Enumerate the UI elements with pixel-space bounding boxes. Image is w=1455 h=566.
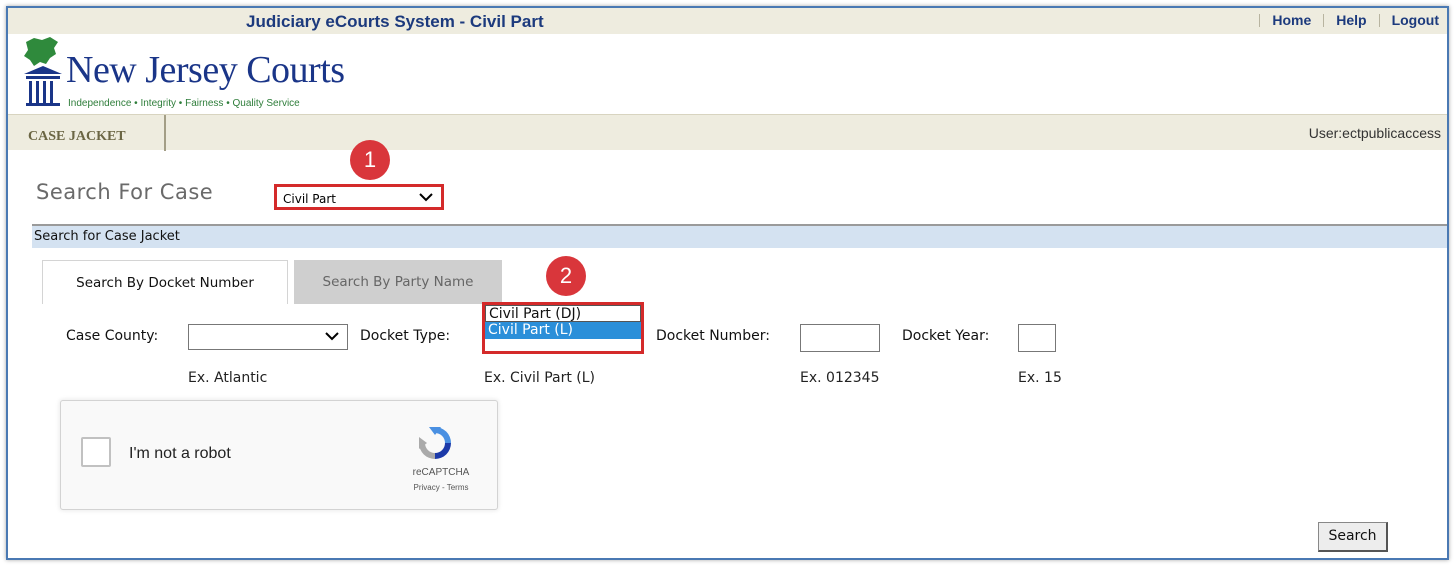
case-county-label: Case County:: [66, 328, 159, 344]
user-label: User:ectpublicaccess: [1308, 125, 1441, 141]
link-separator: [1378, 13, 1380, 27]
page-title: Search For Case: [36, 180, 214, 204]
annotation-marker-2: 2: [546, 256, 586, 296]
case-county-select[interactable]: [188, 324, 348, 350]
docket-number-label: Docket Number:: [656, 328, 770, 344]
app-title: Judiciary eCourts System - Civil Part: [246, 12, 544, 31]
recaptcha-brand: reCAPTCHA: [412, 467, 470, 478]
case-type-select[interactable]: Civil Part: [274, 184, 444, 210]
recaptcha-privacy-terms[interactable]: Privacy - Terms: [401, 483, 481, 492]
case-county-hint: Ex. Atlantic: [188, 370, 268, 386]
case-type-value: Civil Part: [283, 192, 336, 206]
home-link[interactable]: Home: [1272, 12, 1311, 28]
top-links: Home Help Logout: [1247, 12, 1439, 28]
logo-area: New Jersey Courts Independence • Integri…: [8, 34, 1447, 112]
logo-tagline: Independence • Integrity • Fairness • Qu…: [68, 98, 300, 109]
chevron-down-icon: [325, 332, 339, 341]
nav-bar: CASE JACKET User:ectpublicaccess: [8, 114, 1447, 151]
recaptcha-checkbox[interactable]: [81, 437, 111, 467]
link-separator: [1259, 13, 1261, 27]
docket-type-option-l[interactable]: Civil Part (L): [485, 322, 641, 339]
recaptcha-logo-icon: [419, 427, 451, 459]
docket-type-option-dj[interactable]: Civil Part (DJ): [485, 305, 641, 322]
search-button[interactable]: Search: [1318, 522, 1388, 552]
tab-search-by-docket-number[interactable]: Search By Docket Number: [42, 260, 288, 304]
docket-type-label: Docket Type:: [360, 328, 451, 344]
logout-link[interactable]: Logout: [1392, 12, 1439, 28]
app-window: Judiciary eCourts System - Civil Part Ho…: [6, 6, 1449, 560]
docket-number-input[interactable]: [800, 324, 880, 352]
link-separator: [1323, 13, 1325, 27]
section-title: Search for Case Jacket: [32, 226, 1447, 248]
recaptcha-label: I'm not a robot: [129, 445, 231, 462]
chevron-down-icon: [419, 193, 433, 202]
tab-case-jacket[interactable]: CASE JACKET: [8, 115, 166, 151]
annotation-marker-1: 1: [350, 140, 390, 180]
logo-name: New Jersey Courts: [66, 49, 345, 91]
nj-courts-logo-icon: [24, 37, 62, 106]
docket-year-hint: Ex. 15: [1018, 370, 1062, 386]
docket-number-hint: Ex. 012345: [800, 370, 880, 386]
recaptcha-widget: I'm not a robot reCAPTCHA Privacy - Term…: [60, 400, 498, 510]
docket-year-input[interactable]: [1018, 324, 1056, 352]
help-link[interactable]: Help: [1336, 12, 1366, 28]
docket-year-label: Docket Year:: [902, 328, 990, 344]
docket-type-hint: Ex. Civil Part (L): [484, 370, 596, 386]
top-bar: Judiciary eCourts System - Civil Part Ho…: [8, 8, 1447, 34]
docket-type-listbox[interactable]: Civil Part (DJ) Civil Part (L): [482, 302, 644, 354]
tab-search-by-party-name[interactable]: Search By Party Name: [294, 260, 502, 304]
